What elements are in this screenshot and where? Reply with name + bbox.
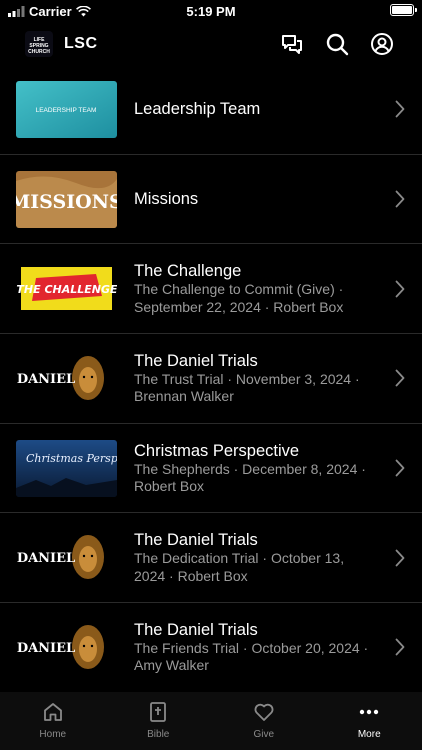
list-item[interactable]: DANIEL The Daniel Trials The Trust Trial…: [0, 334, 422, 424]
home-icon: [41, 700, 65, 724]
item-subtitle: The Friends Trial · October 20, 2024 ·: [134, 639, 369, 656]
chevron-right-icon: [395, 639, 405, 656]
item-title: Leadership Team: [134, 100, 261, 119]
item-subtitle-2: 2024 · Robert Box: [134, 567, 248, 584]
account-icon[interactable]: [370, 32, 394, 56]
item-subtitle: The Dedication Trial · October 13,: [134, 550, 345, 567]
item-text: Christmas Perspective The Shepherds · De…: [134, 424, 378, 513]
tab-label: Bible: [147, 729, 170, 740]
status-time: 5:19 PM: [186, 4, 236, 19]
item-title: The Challenge: [134, 262, 242, 281]
thumb-text: THE CHALLENGE: [16, 283, 117, 296]
tab-label: Give: [253, 729, 275, 740]
item-title: Missions: [134, 190, 199, 209]
chevron-right-icon: [395, 100, 405, 118]
item-text: The Daniel Trials The Trust Trial · Nove…: [134, 334, 378, 423]
list-item[interactable]: Christmas Perspective Christmas Perspect…: [0, 424, 422, 514]
tab-home[interactable]: Home: [0, 692, 106, 750]
item-text: Leadership Team: [134, 65, 378, 154]
thumb-text: Christmas Perspective: [26, 452, 117, 465]
more-icon: [357, 700, 381, 724]
item-text: Missions: [134, 155, 378, 244]
chat-icon[interactable]: [280, 32, 304, 56]
item-thumbnail: DANIEL: [16, 350, 117, 408]
list-item[interactable]: DANIEL The Daniel Trials The Dedication …: [0, 513, 422, 604]
list-item[interactable]: DANIEL The Daniel Trials The Friends Tri…: [0, 603, 422, 693]
item-thumbnail: DANIEL: [16, 529, 117, 587]
item-thumbnail: LEADERSHIP TEAM: [16, 81, 117, 138]
app-title: LSC: [64, 35, 98, 52]
heart-icon: [252, 700, 276, 724]
item-thumbnail: MISSIONS: [16, 170, 117, 228]
item-subtitle-2: Brennan Walker: [134, 388, 234, 405]
item-subtitle-2: Robert Box: [134, 478, 205, 495]
bible-icon: [146, 700, 170, 724]
thumb-text: LEADERSHIP TEAM: [36, 107, 97, 114]
app-header: LIFE SPRING CHURCH LSC: [0, 28, 422, 60]
item-title: The Daniel Trials: [134, 620, 258, 639]
item-title: The Daniel Trials: [134, 351, 258, 370]
item-thumbnail: DANIEL: [16, 619, 117, 677]
thumb-text: MISSIONS: [16, 191, 117, 213]
chevron-right-icon: [395, 280, 405, 298]
chevron-right-icon: [395, 459, 405, 477]
thumb-text: DANIEL: [17, 372, 75, 387]
tab-label: Home: [39, 729, 67, 740]
church-logo: LIFE SPRING CHURCH: [25, 31, 53, 57]
tab-give[interactable]: Give: [211, 692, 317, 750]
item-subtitle-2: September 22, 2024 · Robert Box: [134, 298, 344, 315]
item-text: The Daniel Trials The Friends Trial · Oc…: [134, 603, 378, 692]
search-icon[interactable]: [325, 32, 349, 56]
item-subtitle: The Trust Trial · November 3, 2024 ·: [134, 370, 360, 387]
tab-more[interactable]: More: [317, 692, 422, 750]
status-bar: Carrier 5:19 PM: [0, 0, 422, 22]
chevron-right-icon: [395, 190, 405, 208]
chevron-right-icon: [395, 370, 405, 387]
item-text: The Challenge The Challenge to Commit (G…: [134, 244, 378, 333]
item-subtitle: The Challenge to Commit (Give) ·: [134, 281, 344, 298]
item-thumbnail: Christmas Perspective: [16, 439, 117, 497]
list-item[interactable]: MISSIONS Missions: [0, 155, 422, 245]
battery-icon: [390, 4, 417, 16]
thumb-text: DANIEL: [17, 641, 75, 656]
tab-label: More: [357, 729, 381, 740]
content-list: LEADERSHIP TEAM Leadership Team MISSIONS…: [0, 65, 422, 693]
list-item[interactable]: LEADERSHIP TEAM Leadership Team: [0, 65, 422, 155]
item-title: The Daniel Trials: [134, 531, 258, 550]
item-subtitle-2: Amy Walker: [134, 657, 209, 674]
item-thumbnail: THE CHALLENGE: [16, 260, 117, 318]
thumb-text: DANIEL: [17, 551, 75, 566]
tab-bible[interactable]: Bible: [106, 692, 212, 750]
chevron-right-icon: [395, 549, 405, 567]
item-title: Christmas Perspective: [134, 441, 300, 460]
tab-bar: Home Bible Give More: [0, 692, 422, 750]
list-item[interactable]: THE CHALLENGE The Challenge The Challeng…: [0, 244, 422, 335]
header-actions: [280, 32, 394, 56]
item-subtitle: The Shepherds · December 8, 2024 ·: [134, 460, 366, 477]
item-text: The Daniel Trials The Dedication Trial ·…: [134, 513, 378, 602]
